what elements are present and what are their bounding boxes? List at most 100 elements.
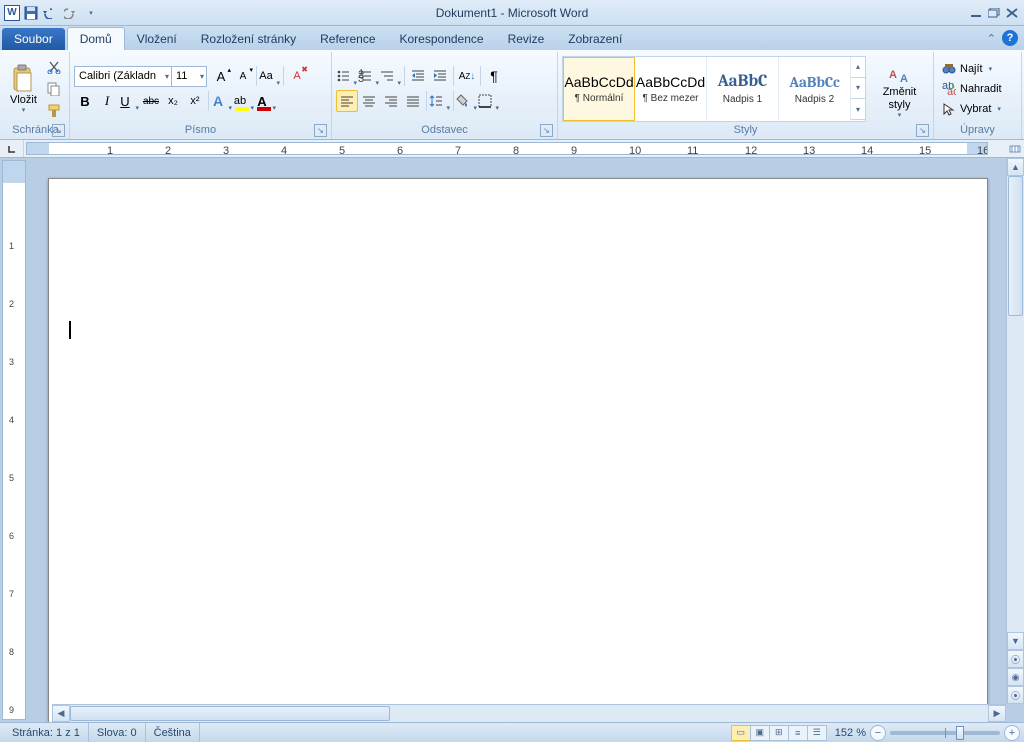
vertical-scrollbar[interactable]: ▲ ▼ ⦿ ◉ ⦿: [1006, 158, 1024, 704]
bold-button[interactable]: B: [74, 90, 96, 112]
browse-prev-button[interactable]: ⦿: [1007, 650, 1024, 668]
view-draft[interactable]: ☰: [807, 725, 827, 741]
restore-button[interactable]: [985, 5, 1002, 20]
close-button[interactable]: [1003, 5, 1020, 20]
select-button[interactable]: Vybrat▾: [938, 99, 1006, 119]
style-heading1[interactable]: AaBbCNadpis 1: [707, 57, 779, 121]
cut-button[interactable]: [43, 56, 65, 78]
horizontal-ruler[interactable]: 12345678910111213141516: [26, 142, 988, 155]
line-spacing-button[interactable]: [429, 90, 451, 112]
change-case-button[interactable]: Aa: [259, 65, 281, 87]
grow-font-button[interactable]: A▴: [210, 65, 232, 87]
bullets-button[interactable]: [336, 65, 358, 87]
vscroll-thumb[interactable]: [1008, 176, 1023, 316]
view-print-layout[interactable]: ▭: [731, 725, 751, 741]
zoom-thumb[interactable]: [956, 726, 964, 740]
style-normal[interactable]: AaBbCcDd¶ Normální: [563, 57, 635, 121]
replace-icon: abac: [942, 82, 956, 96]
cursor-icon: [942, 102, 956, 116]
find-button[interactable]: Najít▾: [938, 59, 1006, 79]
zoom-slider[interactable]: [890, 731, 1000, 735]
styles-launcher[interactable]: ↘: [916, 124, 929, 137]
undo-button[interactable]: [42, 4, 60, 22]
document-viewport[interactable]: ▲ ▼ ⦿ ◉ ⦿ ◀ ▶: [28, 158, 1024, 722]
borders-button[interactable]: [478, 90, 500, 112]
align-left-button[interactable]: [336, 90, 358, 112]
justify-button[interactable]: [402, 90, 424, 112]
hscroll-thumb[interactable]: [70, 706, 390, 721]
view-outline[interactable]: ≡: [788, 725, 808, 741]
browse-next-button[interactable]: ⦿: [1007, 686, 1024, 704]
word-app-icon[interactable]: W: [4, 5, 20, 21]
style-heading2[interactable]: AaBbCcNadpis 2: [779, 57, 851, 121]
horizontal-scrollbar[interactable]: ◀ ▶: [52, 704, 1006, 722]
align-center-button[interactable]: [358, 90, 380, 112]
minimize-button[interactable]: [967, 5, 984, 20]
tab-mailings[interactable]: Korespondence: [388, 28, 496, 50]
group-styles: AaBbCcDd¶ Normální AaBbCcDd¶ Bez mezer A…: [558, 52, 934, 139]
numbering-button[interactable]: 123: [358, 65, 380, 87]
clear-format-button[interactable]: A✖: [286, 65, 308, 87]
file-tab[interactable]: Soubor: [2, 28, 65, 50]
italic-button[interactable]: I: [96, 90, 118, 112]
status-words[interactable]: Slova: 0: [89, 723, 146, 742]
status-bar: Stránka: 1 z 1 Slova: 0 Čeština ▭ ▣ ⊞ ≡ …: [0, 722, 1024, 742]
style-no-spacing[interactable]: AaBbCcDd¶ Bez mezer: [635, 57, 707, 121]
text-effects-button[interactable]: A: [211, 90, 233, 112]
highlight-button[interactable]: ab: [233, 90, 255, 112]
zoom-out-button[interactable]: −: [870, 725, 886, 741]
indent-increase-button[interactable]: [429, 65, 451, 87]
scroll-down-button[interactable]: ▼: [1007, 632, 1024, 650]
scroll-left-button[interactable]: ◀: [52, 705, 70, 722]
copy-button[interactable]: [43, 78, 65, 100]
view-full-screen[interactable]: ▣: [750, 725, 770, 741]
vertical-ruler[interactable]: 123456789: [2, 160, 26, 720]
scroll-right-button[interactable]: ▶: [988, 705, 1006, 722]
show-marks-button[interactable]: ¶: [483, 65, 505, 87]
font-size-combo[interactable]: 11: [171, 66, 207, 87]
format-painter-button[interactable]: [43, 100, 65, 122]
help-button[interactable]: ?: [1002, 30, 1018, 46]
page[interactable]: [48, 178, 988, 722]
font-name-combo[interactable]: Calibri (Základní text): [74, 66, 172, 87]
browse-object-button[interactable]: ◉: [1007, 668, 1024, 686]
qat-customize[interactable]: ▾: [82, 4, 100, 22]
font-launcher[interactable]: ↘: [314, 124, 327, 137]
zoom-in-button[interactable]: +: [1004, 725, 1020, 741]
change-styles-button[interactable]: AA Změnit styly ▾: [870, 56, 929, 122]
tab-view[interactable]: Zobrazení: [556, 28, 634, 50]
tab-insert[interactable]: Vložení: [125, 28, 189, 50]
shrink-font-button[interactable]: A▾: [232, 65, 254, 87]
paragraph-launcher[interactable]: ↘: [540, 124, 553, 137]
tab-page-layout[interactable]: Rozložení stránky: [189, 28, 308, 50]
ruler-toggle[interactable]: [1006, 140, 1024, 157]
superscript-button[interactable]: x²: [184, 90, 206, 112]
font-color-button[interactable]: A: [255, 90, 277, 112]
view-web-layout[interactable]: ⊞: [769, 725, 789, 741]
scroll-up-button[interactable]: ▲: [1007, 158, 1024, 176]
clipboard-launcher[interactable]: ↘: [52, 124, 65, 137]
tab-review[interactable]: Revize: [496, 28, 557, 50]
replace-button[interactable]: abacNahradit: [938, 79, 1006, 99]
paste-button[interactable]: Vložit ▾: [6, 56, 41, 122]
status-language[interactable]: Čeština: [146, 723, 200, 742]
sort-button[interactable]: AZ↓: [456, 65, 478, 87]
status-page[interactable]: Stránka: 1 z 1: [4, 723, 89, 742]
zoom-level[interactable]: 152 %: [835, 727, 866, 739]
tab-home[interactable]: Domů: [67, 27, 125, 50]
underline-button[interactable]: U: [118, 90, 140, 112]
svg-text:ac: ac: [947, 86, 956, 96]
tab-references[interactable]: Reference: [308, 28, 387, 50]
shading-button[interactable]: [456, 90, 478, 112]
change-styles-icon: AA: [886, 58, 914, 86]
indent-decrease-button[interactable]: [407, 65, 429, 87]
styles-gallery-scroller[interactable]: ▴▾▾: [851, 57, 865, 121]
strike-button[interactable]: abc: [140, 90, 162, 112]
tab-selector[interactable]: [0, 140, 24, 157]
ribbon-minimize[interactable]: ⌃: [987, 32, 996, 45]
multilevel-button[interactable]: [380, 65, 402, 87]
redo-button[interactable]: [62, 4, 80, 22]
subscript-button[interactable]: x₂: [162, 90, 184, 112]
align-right-button[interactable]: [380, 90, 402, 112]
save-button[interactable]: [22, 4, 40, 22]
